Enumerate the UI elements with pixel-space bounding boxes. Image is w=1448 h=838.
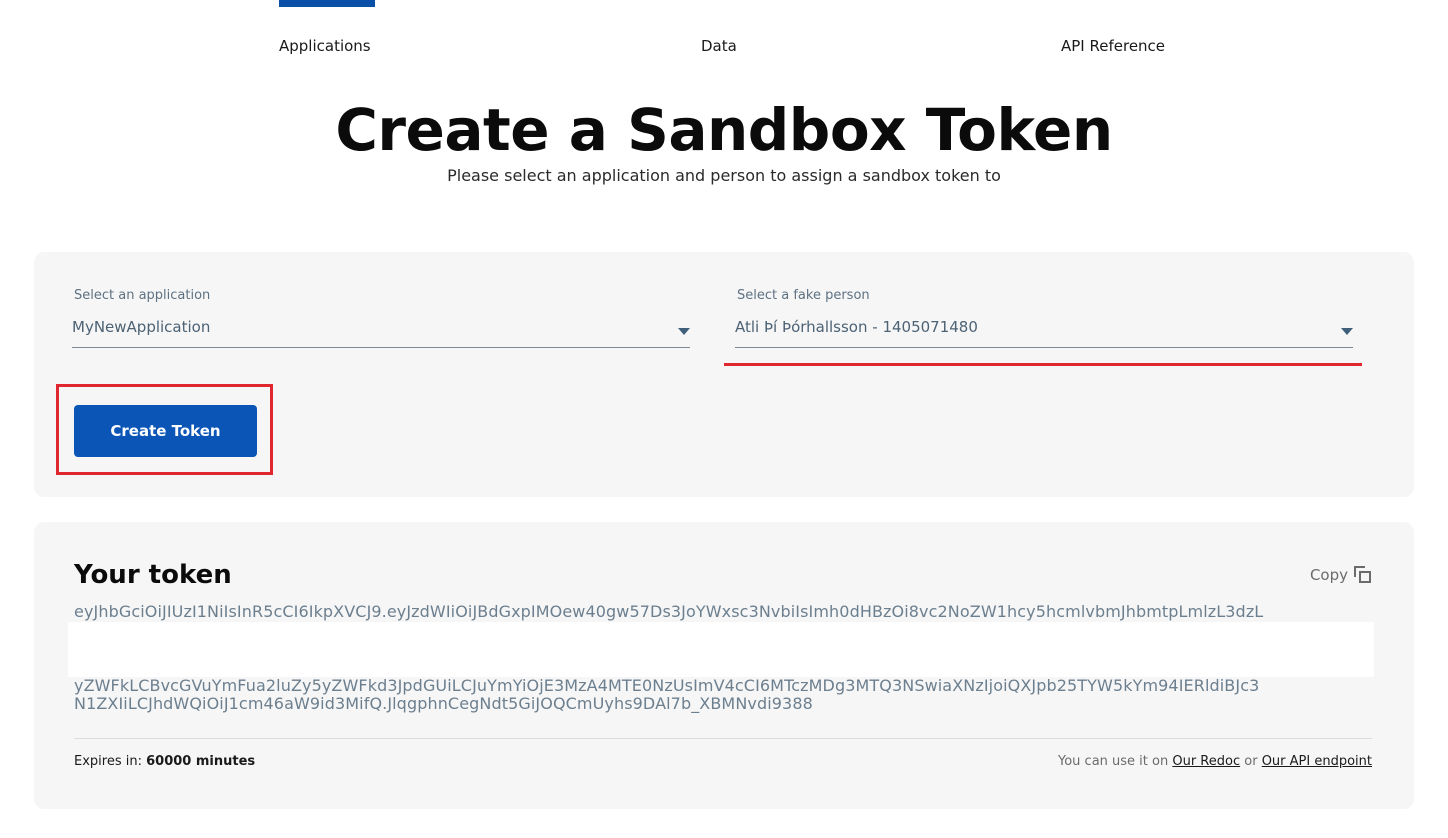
application-label: Select an application <box>74 288 211 303</box>
page-title: Create a Sandbox Token <box>335 96 1113 164</box>
nav-api-reference[interactable]: API Reference <box>1061 37 1165 55</box>
expires-info: Expires in: 60000 minutes <box>74 754 255 769</box>
usage-or: or <box>1244 754 1258 769</box>
person-label: Select a fake person <box>737 288 870 303</box>
top-nav: Applications Data API Reference <box>0 0 1448 70</box>
redoc-link[interactable]: Our Redoc <box>1172 754 1240 769</box>
copy-button[interactable]: Copy <box>1310 566 1372 584</box>
token-form-card: Select an application MyNewApplication S… <box>34 252 1414 497</box>
nav-applications[interactable]: Applications <box>279 37 371 55</box>
person-select-highlight <box>724 363 1362 366</box>
application-field: Select an application MyNewApplication <box>72 288 690 348</box>
chevron-down-icon <box>678 328 690 335</box>
token-card: Your token Copy eyJhbGciOiJIUzI1NiIsInR5… <box>34 522 1414 809</box>
active-tab-indicator <box>279 0 375 7</box>
token-redaction <box>68 622 1374 677</box>
copy-icon <box>1354 566 1372 584</box>
token-text-line: eyJhbGciOiJIUzI1NiIsInR5cCI6IkpXVCJ9.eyJ… <box>74 602 1264 621</box>
token-text-line: yZWFkLCBvcGVuYmFua2luZy5yZWFkd3JpdGUiLCJ… <box>74 676 1260 695</box>
copy-label: Copy <box>1309 566 1348 584</box>
application-value: MyNewApplication <box>72 318 211 336</box>
create-token-button[interactable]: Create Token <box>74 405 257 457</box>
chevron-down-icon <box>1341 328 1353 335</box>
person-value: Atli Þí Þórhallsson - 1405071480 <box>735 318 978 336</box>
nav-data[interactable]: Data <box>701 37 737 55</box>
page-subtitle: Please select an application and person … <box>447 166 1001 185</box>
usage-prefix: You can use it on <box>1058 754 1169 769</box>
expires-label: Expires in: <box>74 754 142 769</box>
expires-value: 60000 minutes <box>146 754 256 769</box>
person-field: Select a fake person Atli Þí Þórhallsson… <box>735 288 1353 348</box>
person-select[interactable]: Atli Þí Þórhallsson - 1405071480 <box>735 318 1353 348</box>
api-endpoint-link[interactable]: Our API endpoint <box>1262 754 1372 769</box>
token-title: Your token <box>74 560 232 590</box>
application-select[interactable]: MyNewApplication <box>72 318 690 348</box>
divider <box>74 738 1372 739</box>
token-text-line: N1ZXIiLCJhdWQiOiJ1cm46aW9id3MifQ.Jlqgphn… <box>74 694 813 713</box>
usage-info: You can use it on Our Redoc or Our API e… <box>1058 754 1372 769</box>
